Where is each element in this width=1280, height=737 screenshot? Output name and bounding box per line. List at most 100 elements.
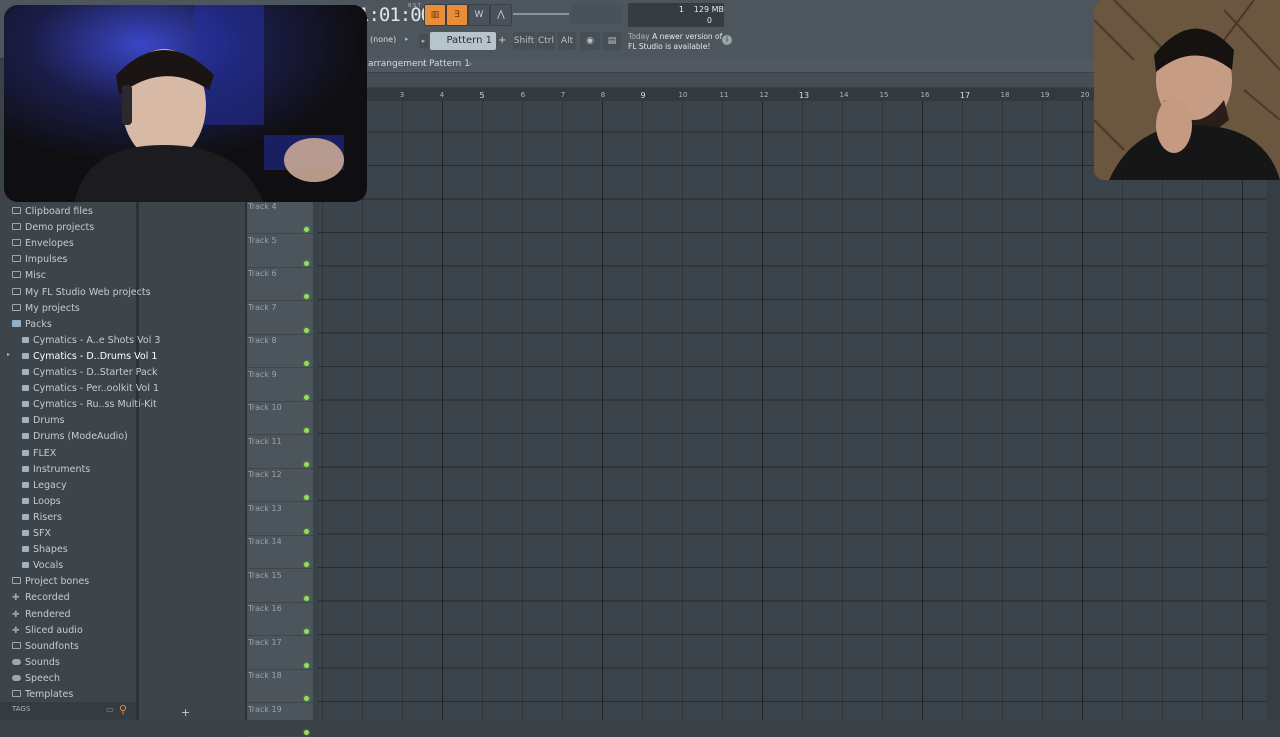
track-mute-led[interactable]: [304, 562, 309, 567]
browser-pack-item[interactable]: Cymatics - D..Drums Vol 1: [22, 349, 157, 364]
browser-folder-item[interactable]: ✚ Recorded: [12, 590, 70, 605]
browser-pack-item[interactable]: SFX: [22, 526, 51, 541]
browser-folder-item[interactable]: Envelopes: [12, 236, 74, 251]
track-header-label[interactable]: Track 16: [248, 604, 282, 613]
snap-selector[interactable]: (none): [370, 35, 396, 44]
browser-folder-item[interactable]: ✚ Rendered: [12, 607, 71, 622]
shift-key-button[interactable]: Shift: [513, 32, 535, 50]
tags-label[interactable]: TAGS: [12, 705, 30, 713]
song-mode-button[interactable]: ▥: [424, 4, 446, 26]
pack-folder-icon: [22, 401, 29, 408]
track-mute-led[interactable]: [304, 595, 309, 601]
browser-pack-item[interactable]: Legacy: [22, 478, 67, 493]
wait-input-button[interactable]: W: [468, 4, 490, 26]
playlist-vertical-scrollbar[interactable]: [1266, 101, 1280, 720]
browser-folder-item[interactable]: Impulses: [12, 252, 68, 267]
wave-icon: W: [474, 10, 484, 20]
browser-folder-item[interactable]: ✚ Sliced audio: [12, 623, 83, 638]
track-header-label[interactable]: Track 11: [248, 437, 282, 446]
playlist-grid[interactable]: [318, 101, 1266, 720]
ruler-bar-number: 10: [678, 91, 688, 99]
track-mute-led[interactable]: [304, 428, 309, 433]
track-header-label[interactable]: Track 4: [248, 202, 277, 211]
track-mute-led[interactable]: [304, 696, 309, 701]
track-header-label[interactable]: Track 8: [248, 336, 277, 345]
track-header-label[interactable]: Track 19: [248, 705, 282, 714]
master-pitch-panel[interactable]: [571, 4, 623, 24]
browser-item-label: Risers: [33, 511, 62, 523]
browser-pack-item[interactable]: Shapes: [22, 542, 68, 557]
track-header-label[interactable]: Track 14: [248, 537, 282, 546]
store-button[interactable]: ▤: [603, 32, 621, 50]
track-header-label[interactable]: Track 15: [248, 571, 282, 580]
track-header-label[interactable]: Track 6: [248, 269, 277, 278]
track-mute-led[interactable]: [304, 394, 309, 400]
track-mute-led[interactable]: [304, 629, 309, 634]
alt-key-button[interactable]: Alt: [558, 32, 576, 50]
track-mute-led[interactable]: [304, 729, 309, 735]
browser-folder-item[interactable]: Templates: [12, 687, 73, 702]
webcam-overlay-right: [1094, 0, 1280, 180]
info-icon[interactable]: i: [722, 35, 732, 45]
step-edit-button[interactable]: ∃: [446, 4, 468, 26]
track-header-label[interactable]: Track 10: [248, 403, 282, 412]
browser-folder-item[interactable]: Project bones: [12, 574, 89, 589]
news-ticker[interactable]: Today A newer version of FL Studio is av…: [628, 32, 728, 52]
browser-folder-item[interactable]: Packs: [12, 317, 52, 332]
track-header-label[interactable]: Track 7: [248, 303, 277, 312]
browser-folder-item[interactable]: Misc: [12, 268, 46, 283]
track-header-label[interactable]: Track 17: [248, 638, 282, 647]
track-header-label[interactable]: Track 5: [248, 236, 277, 245]
browser-item-label: Impulses: [25, 254, 68, 266]
browser-pack-item[interactable]: Instruments: [22, 462, 90, 477]
metronome-button[interactable]: ⋀: [490, 4, 512, 26]
folder-icon[interactable]: ▭: [106, 705, 114, 714]
browser-item-label: FLEX: [33, 447, 57, 459]
ruler-bar-number: 12: [759, 91, 769, 99]
track-mute-led[interactable]: [304, 294, 309, 299]
browser-pack-item[interactable]: Cymatics - Per..oolkit Vol 1: [22, 381, 159, 396]
browser-folder-item[interactable]: My projects: [12, 301, 80, 316]
track-mute-led[interactable]: [304, 662, 309, 668]
track-mute-led[interactable]: [304, 227, 309, 232]
plus-folder-icon: ✚: [12, 609, 20, 620]
track-mute-led[interactable]: [304, 361, 309, 366]
browser-pack-item[interactable]: Cymatics - A..e Shots Vol 3: [22, 333, 160, 348]
track-mute-led[interactable]: [304, 461, 309, 467]
browser-pack-item[interactable]: Loops: [22, 494, 61, 509]
add-pattern-icon[interactable]: +: [498, 35, 506, 46]
browser-folder-item[interactable]: Speech: [12, 671, 60, 686]
add-icon[interactable]: +: [181, 706, 190, 719]
browser-item-label: Instruments: [33, 463, 91, 475]
breadcrumb-pattern[interactable]: Pattern 1: [429, 59, 470, 69]
track-header-label[interactable]: Track 9: [248, 370, 277, 379]
track-header-label[interactable]: Track 12: [248, 470, 282, 479]
browser-folder-item[interactable]: Clipboard files: [12, 204, 93, 219]
track-mute-led[interactable]: [304, 260, 309, 266]
browser-folder-item[interactable]: My FL Studio Web projects: [12, 285, 151, 300]
master-volume-slider[interactable]: [513, 13, 569, 15]
pattern-prev-button[interactable]: ▸: [419, 34, 428, 48]
browser-pack-item[interactable]: Cymatics - Ru..ss Multi-Kit: [22, 397, 157, 412]
ctrl-key-button[interactable]: Ctrl: [537, 32, 555, 50]
track-header-label[interactable]: Track 18: [248, 671, 282, 680]
track-mute-led[interactable]: [304, 528, 309, 534]
search-icon[interactable]: ⚲: [119, 703, 127, 716]
track-header-label[interactable]: Track 13: [248, 504, 282, 513]
browser-folder-item[interactable]: Sounds: [12, 655, 60, 670]
browser-pack-item[interactable]: Cymatics - D..Starter Pack: [22, 365, 158, 380]
pack-folder-icon: [22, 497, 29, 504]
browser-pack-item[interactable]: Drums (ModeAudio): [22, 429, 128, 444]
browser-pack-item[interactable]: Risers: [22, 510, 62, 525]
track-mute-led[interactable]: [304, 495, 309, 500]
browser-folder-item[interactable]: Soundfonts: [12, 639, 79, 654]
pattern-selector[interactable]: Pattern 1: [430, 32, 496, 50]
browser-item-label: Rendered: [25, 608, 71, 620]
browser-pack-item[interactable]: FLEX: [22, 446, 56, 461]
breadcrumb-arrangement[interactable]: arrangement: [368, 59, 427, 69]
track-mute-led[interactable]: [304, 327, 309, 333]
browser-folder-item[interactable]: Demo projects: [12, 220, 94, 235]
browser-pack-item[interactable]: Vocals: [22, 558, 63, 573]
browser-pack-item[interactable]: Drums: [22, 413, 64, 428]
record-audio-button[interactable]: ◉: [580, 32, 600, 50]
